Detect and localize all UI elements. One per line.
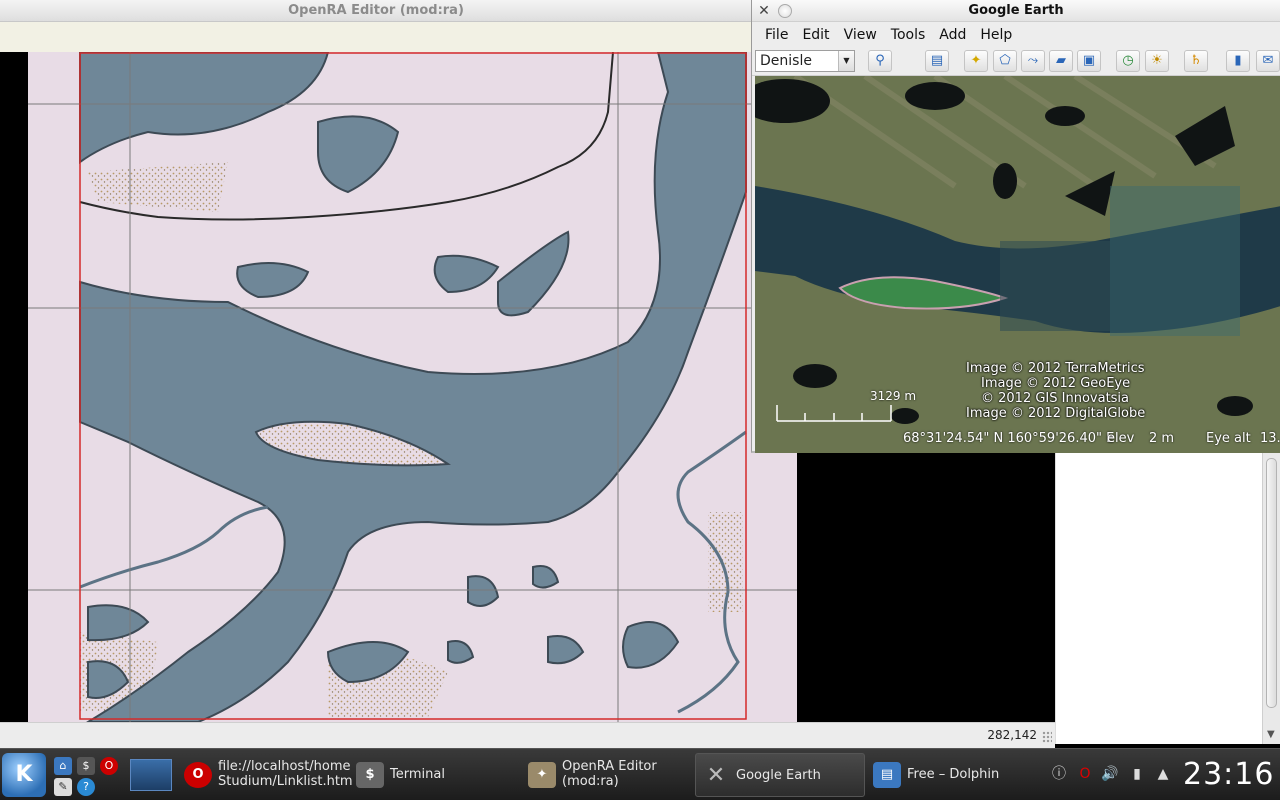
imagery-credit: Image © 2012 GeoEye xyxy=(981,376,1131,391)
desktop: OpenRA Editor (mod:ra) 282,142 ▼ ✕ Googl… xyxy=(0,0,1280,800)
dolphin-icon: ▤ xyxy=(873,762,901,788)
google-earth-titlebar[interactable]: ✕ Google Earth xyxy=(752,0,1280,22)
openra-statusbar: 282,142 xyxy=(0,722,1055,748)
desktop-pager[interactable] xyxy=(130,759,172,791)
add-placemark-icon[interactable]: ✦ xyxy=(964,50,988,72)
scale-bar-label: 3129 m xyxy=(870,389,917,403)
openra-map-canvas[interactable] xyxy=(28,52,797,722)
scrollbar-thumb[interactable] xyxy=(1266,458,1277,708)
window-title: Google Earth xyxy=(968,3,1064,18)
menu-tools[interactable]: Tools xyxy=(884,27,933,43)
home-folder-icon[interactable]: ⌂ xyxy=(54,757,72,775)
chevron-down-icon[interactable]: ▼ xyxy=(838,51,854,71)
add-polygon-icon[interactable]: ⬠ xyxy=(993,50,1017,72)
sunlight-icon[interactable]: ☀ xyxy=(1145,50,1169,72)
earth-3d-view[interactable]: Image © 2012 TerraMetrics Image © 2012 G… xyxy=(755,76,1280,453)
record-tour-icon[interactable]: ▣ xyxy=(1077,50,1101,72)
imagery-credit: © 2012 GIS Innovatsia xyxy=(981,391,1130,406)
openra-canvas-edge xyxy=(797,452,1055,722)
earth-status-line: 68°31'24.54" N 160°59'26.40" E elev 2 m … xyxy=(755,431,1280,449)
task-label: Google Earth xyxy=(736,768,821,783)
map-terrain[interactable] xyxy=(28,52,797,722)
elevation-label: elev xyxy=(1107,431,1135,446)
imagery-tile-patch-right xyxy=(1110,186,1240,336)
resize-grip[interactable] xyxy=(1042,731,1052,743)
scroll-down-arrow-icon[interactable]: ▼ xyxy=(1267,729,1275,740)
opera-tray-icon[interactable]: O xyxy=(1074,763,1096,785)
sidebar-toggle-icon[interactable]: ▤ xyxy=(925,50,949,72)
task-terminal[interactable]: $ Terminal xyxy=(350,753,520,797)
konsole-icon[interactable]: $ xyxy=(77,757,95,775)
menu-add[interactable]: Add xyxy=(932,27,973,43)
google-earth-icon: ✕ xyxy=(706,763,726,788)
openra-window-title[interactable]: OpenRA Editor (mod:ra) xyxy=(0,0,752,22)
dolphin-scrollbar[interactable]: ▼ xyxy=(1262,452,1280,744)
openra-icon: ✦ xyxy=(528,762,556,788)
imagery-credit: Image © 2012 DigitalGlobe xyxy=(966,406,1146,421)
task-dolphin[interactable]: ▤ Free – Dolphin xyxy=(867,753,1037,797)
battery-icon[interactable]: ▮ xyxy=(1126,763,1148,785)
historical-imagery-icon[interactable]: ◷ xyxy=(1116,50,1140,72)
imagery-credit: Image © 2012 TerraMetrics xyxy=(966,361,1145,376)
task-label: Terminal xyxy=(390,767,445,782)
email-icon[interactable]: ✉ xyxy=(1256,50,1280,72)
google-earth-window: ✕ Google Earth File Edit View Tools Add … xyxy=(751,0,1280,453)
terminal-icon: $ xyxy=(356,762,384,788)
dolphin-file-pane[interactable] xyxy=(1055,452,1262,744)
menu-view[interactable]: View xyxy=(837,27,884,43)
help-icon[interactable]: ? xyxy=(77,778,95,796)
cursor-coordinates: 282,142 xyxy=(987,728,1037,742)
menu-help[interactable]: Help xyxy=(973,27,1019,43)
task-label: file://localhost/home Studium/Linklist.h… xyxy=(218,759,353,789)
text-editor-icon[interactable]: ✎ xyxy=(54,778,72,796)
kde-kickoff-launcher-icon[interactable]: K xyxy=(2,753,46,797)
kde-taskbar: K ⌂ $ O ✎ ? O file://localhost/home Stud… xyxy=(0,748,1280,800)
task-opera[interactable]: O file://localhost/home Studium/Linklist… xyxy=(178,753,353,797)
tray-expand-icon[interactable]: ▲ xyxy=(1152,763,1174,785)
search-icon[interactable]: ⚲ xyxy=(868,50,892,72)
eye-altitude-value: 13. xyxy=(1260,431,1280,446)
volume-icon[interactable]: 🔊 xyxy=(1099,763,1121,785)
info-icon[interactable]: ⓘ xyxy=(1048,763,1070,785)
google-earth-toolbar: Denisle ▼ ⚲ ▤ ✦ ⬠ ⤳ ▰ ▣ ◷ ☀ ♄ ▮ ✉ xyxy=(752,48,1280,76)
openra-toolbar xyxy=(0,22,752,52)
search-combobox[interactable]: Denisle ▼ xyxy=(755,50,855,72)
task-label: OpenRA Editor (mod:ra) xyxy=(562,759,657,789)
elevation-value: 2 m xyxy=(1149,431,1175,446)
menu-file[interactable]: File xyxy=(758,27,795,43)
opera-launcher-icon[interactable]: O xyxy=(100,757,118,775)
eye-altitude-label: Eye alt xyxy=(1206,431,1251,446)
menu-bar: File Edit View Tools Add Help xyxy=(752,22,1280,48)
task-openra[interactable]: ✦ OpenRA Editor (mod:ra) xyxy=(522,753,692,797)
opera-icon: O xyxy=(184,762,212,788)
task-google-earth[interactable]: ✕ Google Earth xyxy=(695,753,865,797)
add-path-icon[interactable]: ⤳ xyxy=(1021,50,1045,72)
clock[interactable]: 23:16 xyxy=(1183,757,1274,792)
task-label: Free – Dolphin xyxy=(907,767,1000,782)
minimize-icon[interactable] xyxy=(778,4,792,18)
system-tray: ⓘ O 🔊 ▮ ▲ xyxy=(1046,761,1178,789)
lat-lon-readout: 68°31'24.54" N 160°59'26.40" E xyxy=(903,431,1115,446)
image-overlay-icon[interactable]: ▰ xyxy=(1049,50,1073,72)
planets-icon[interactable]: ♄ xyxy=(1184,50,1208,72)
search-combobox-value: Denisle xyxy=(760,53,812,69)
imagery-tile-patch xyxy=(1000,241,1110,331)
openra-left-margin xyxy=(0,52,28,722)
close-icon[interactable]: ✕ xyxy=(756,3,772,19)
menu-edit[interactable]: Edit xyxy=(795,27,836,43)
ruler-icon[interactable]: ▮ xyxy=(1226,50,1250,72)
